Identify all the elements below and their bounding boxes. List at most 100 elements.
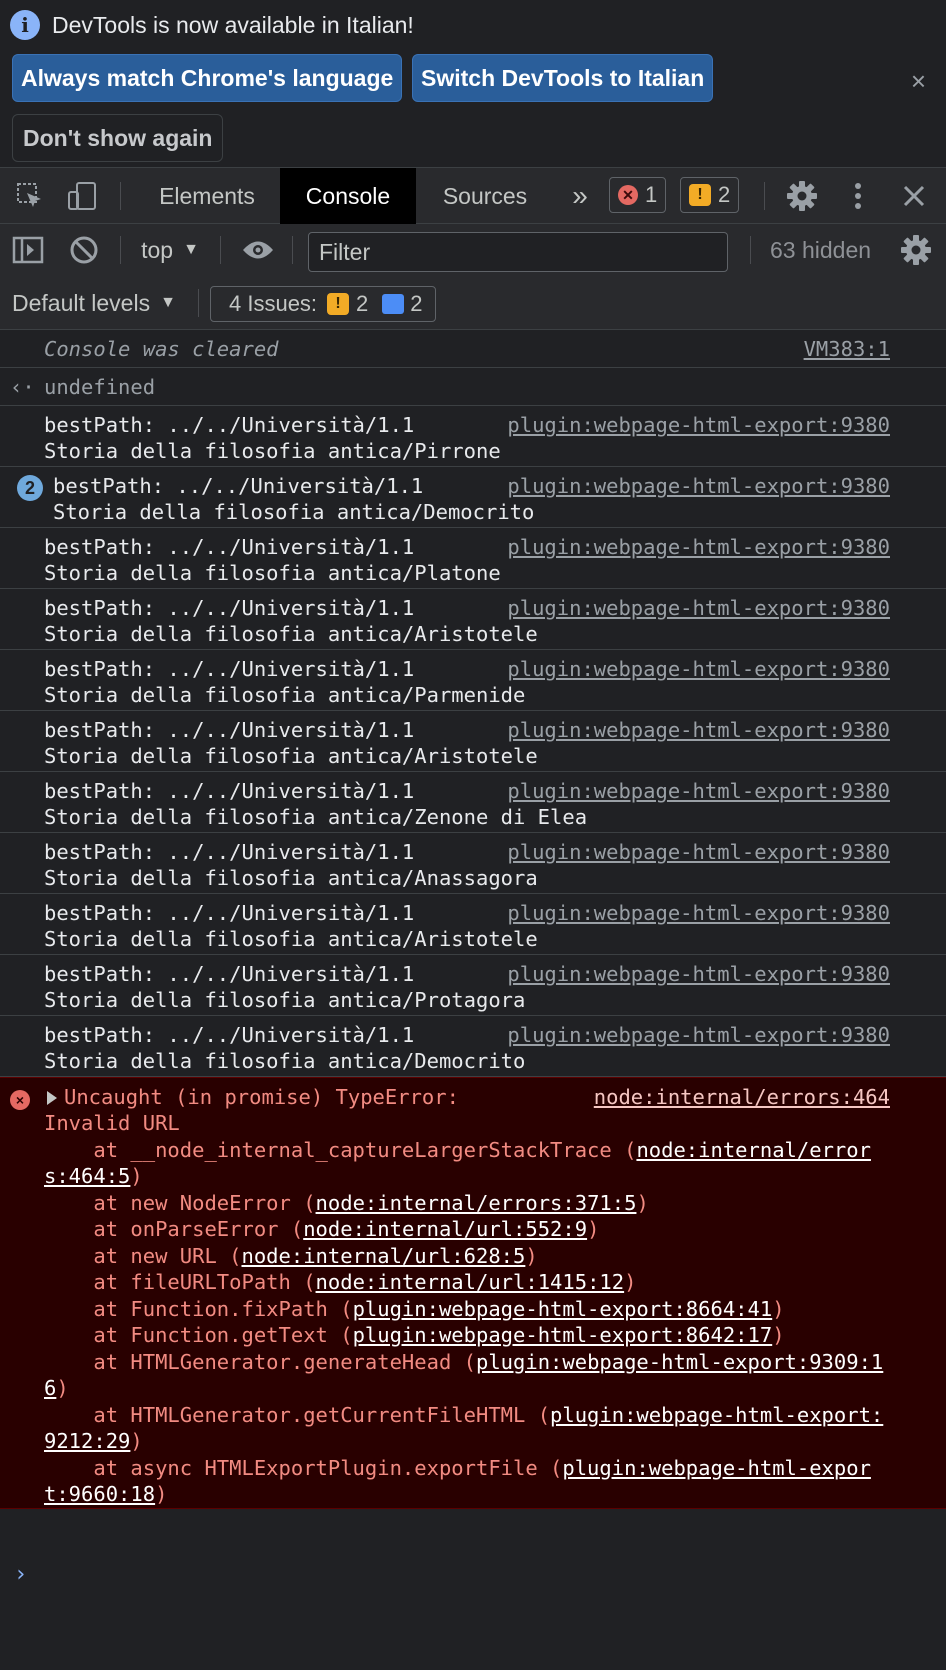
stack-frame-link[interactable]: plugin:webpage-html-export:8642:17 (353, 1323, 773, 1347)
source-link[interactable]: plugin:webpage-html-export:9380 (507, 1022, 890, 1048)
source-link[interactable]: plugin:webpage-html-export:9380 (507, 656, 890, 682)
stack-frame-suffix: ) (772, 1296, 785, 1321)
log-line-1: bestPath: ../../Università/1.1 (53, 474, 424, 498)
error-message-text: Invalid URL (44, 1111, 180, 1135)
error-source-link[interactable]: node:internal/errors:464 (594, 1084, 890, 1111)
more-tabs-icon[interactable]: » (560, 168, 600, 224)
issues-info-count: 2 (410, 291, 423, 316)
device-toolbar-icon[interactable] (62, 168, 102, 224)
source-link[interactable]: plugin:webpage-html-export:9380 (507, 839, 890, 865)
kebab-menu-icon[interactable] (840, 168, 876, 224)
source-link[interactable]: plugin:webpage-html-export:9380 (507, 900, 890, 926)
tab-sources[interactable]: Sources (420, 168, 550, 224)
stack-frame-prefix: at Function.getText ( (44, 1323, 353, 1347)
dont-show-again-button[interactable]: Don't show again (12, 114, 224, 162)
stack-frame: at __node_internal_captureLargerStackTra… (44, 1138, 871, 1189)
sidebar-toggle-icon[interactable] (8, 224, 48, 276)
error-count-badge[interactable]: ✕ 1 (609, 177, 667, 213)
log-text: bestPath: ../../Università/1.1 Storia de… (44, 595, 538, 647)
infobar-message-row: i DevTools is now available in Italian! (10, 10, 414, 40)
stack-frame: at async HTMLExportPlugin.exportFile (pl… (44, 1456, 871, 1507)
log-row: 2 bestPath: ../../Università/1.1 Storia d… (0, 467, 946, 528)
log-line-1: bestPath: ../../Università/1.1 (44, 718, 415, 742)
inspect-element-icon[interactable] (10, 168, 50, 224)
log-row: bestPath: ../../Università/1.1 Storia de… (0, 1016, 946, 1077)
result-row: ‹· undefined (0, 368, 946, 406)
log-line-2: Storia della filosofia antica/Zenone di … (44, 805, 588, 829)
warning-count-badge[interactable]: ! 2 (680, 177, 740, 213)
log-line-1: bestPath: ../../Università/1.1 (44, 840, 415, 864)
log-line-2: Storia della filosofia antica/Democrito (44, 1049, 526, 1073)
stack-frame: at new URL (node:internal/url:628:5) (44, 1243, 537, 1268)
source-link[interactable]: plugin:webpage-html-export:9380 (507, 534, 890, 560)
log-line-2: Storia della filosofia antica/Aristotele (44, 744, 538, 768)
stack-frame-link[interactable]: plugin:webpage-html-export:8664:41 (353, 1297, 773, 1321)
stack-frame-prefix: at onParseError ( (44, 1217, 304, 1241)
switch-to-italian-button[interactable]: Switch DevTools to Italian (412, 54, 714, 102)
log-text: bestPath: ../../Università/1.1 Storia de… (44, 778, 587, 830)
log-line-2: Storia della filosofia antica/Democrito (53, 500, 535, 524)
result-value: undefined (44, 375, 156, 399)
source-link[interactable]: plugin:webpage-html-export:9380 (507, 961, 890, 987)
gear-icon[interactable] (780, 168, 824, 224)
log-levels-dropdown[interactable]: Default levels ▼ (12, 276, 176, 330)
stack-frame-link[interactable]: node:internal/url:628:5 (241, 1244, 525, 1268)
always-match-language-button[interactable]: Always match Chrome's language (12, 54, 403, 102)
log-row: bestPath: ../../Università/1.1 Storia de… (0, 650, 946, 711)
stack-frame-prefix: at new URL ( (44, 1243, 242, 1268)
stack-frame: at onParseError (node:internal/url:552:9… (44, 1217, 599, 1241)
stack-frame-link[interactable]: node:internal/url:1415:12 (316, 1270, 625, 1294)
infobar-close-icon[interactable]: × (911, 66, 926, 97)
close-devtools-icon[interactable] (894, 168, 934, 224)
log-text: bestPath: ../../Università/1.1 Storia de… (44, 412, 501, 464)
log-row: bestPath: ../../Università/1.1 Storia de… (0, 772, 946, 833)
stack-frame-suffix: ) (587, 1217, 600, 1241)
log-line-1: bestPath: ../../Università/1.1 (44, 779, 415, 803)
log-line-1: bestPath: ../../Università/1.1 (44, 413, 415, 437)
log-line-1: bestPath: ../../Università/1.1 (44, 1023, 415, 1047)
hidden-messages-count: 63 hidden (770, 236, 872, 263)
log-row: bestPath: ../../Università/1.1 Storia de… (0, 589, 946, 650)
tab-console[interactable]: Console (280, 168, 416, 224)
source-link[interactable]: plugin:webpage-html-export:9380 (507, 412, 890, 438)
source-link[interactable]: plugin:webpage-html-export:9380 (507, 595, 890, 621)
stack-frame: at Function.getText (plugin:webpage-html… (44, 1323, 785, 1347)
tab-elements[interactable]: Elements (134, 168, 280, 224)
log-text: bestPath: ../../Università/1.1 Storia de… (53, 473, 534, 525)
stack-frame-suffix: ) (772, 1323, 785, 1347)
source-link[interactable]: plugin:webpage-html-export:9380 (507, 778, 890, 804)
error-stack: Invalid URL at __node_internal_captureLa… (44, 1110, 894, 1508)
context-value: top (141, 236, 174, 263)
expand-triangle-icon[interactable] (47, 1091, 57, 1105)
source-link[interactable]: VM383:1 (804, 336, 890, 362)
log-levels-label: Default levels (12, 289, 151, 316)
log-line-2: Storia della filosofia antica/Platone (44, 561, 501, 585)
issues-button[interactable]: 4 Issues: ! 2 2 (210, 286, 436, 322)
log-text: bestPath: ../../Università/1.1 Storia de… (44, 1022, 525, 1074)
info-message-icon (382, 294, 405, 314)
clear-console-icon[interactable] (64, 224, 104, 276)
error-heading: Uncaught (in promise) TypeError: (64, 1085, 459, 1109)
log-line-2: Storia della filosofia antica/Pirrone (44, 439, 501, 463)
error-icon: × (10, 1090, 30, 1110)
stack-frame-prefix: at __node_internal_captureLargerStackTra… (44, 1137, 637, 1162)
stack-frame-prefix: at fileURLToPath ( (44, 1270, 316, 1294)
stack-frame-link[interactable]: node:internal/errors:371:5 (316, 1191, 637, 1215)
console-settings-gear-icon[interactable] (896, 224, 936, 276)
stack-frame-link[interactable]: node:internal/url:552:9 (303, 1217, 587, 1241)
source-link[interactable]: plugin:webpage-html-export:9380 (507, 473, 890, 499)
context-selector[interactable]: top ▼ (136, 224, 204, 276)
stack-frame-suffix: ) (130, 1164, 143, 1188)
error-message: × Uncaught (in promise) TypeError: node:… (0, 1077, 946, 1509)
log-line-2: Storia della filosofia antica/Aristotele (44, 927, 538, 951)
console-prompt-icon[interactable]: › (14, 1562, 27, 1587)
filter-input[interactable] (308, 232, 728, 272)
chevron-down-icon: ▼ (183, 241, 199, 258)
log-text: bestPath: ../../Università/1.1 Storia de… (44, 717, 538, 769)
issues-label: 4 Issues: (229, 291, 318, 316)
log-row: bestPath: ../../Università/1.1 Storia de… (0, 406, 946, 467)
eye-icon[interactable] (238, 224, 278, 276)
stack-frame-prefix: at new NodeError ( (44, 1190, 316, 1215)
source-link[interactable]: plugin:webpage-html-export:9380 (507, 717, 890, 743)
log-line-1: bestPath: ../../Università/1.1 (44, 901, 415, 925)
